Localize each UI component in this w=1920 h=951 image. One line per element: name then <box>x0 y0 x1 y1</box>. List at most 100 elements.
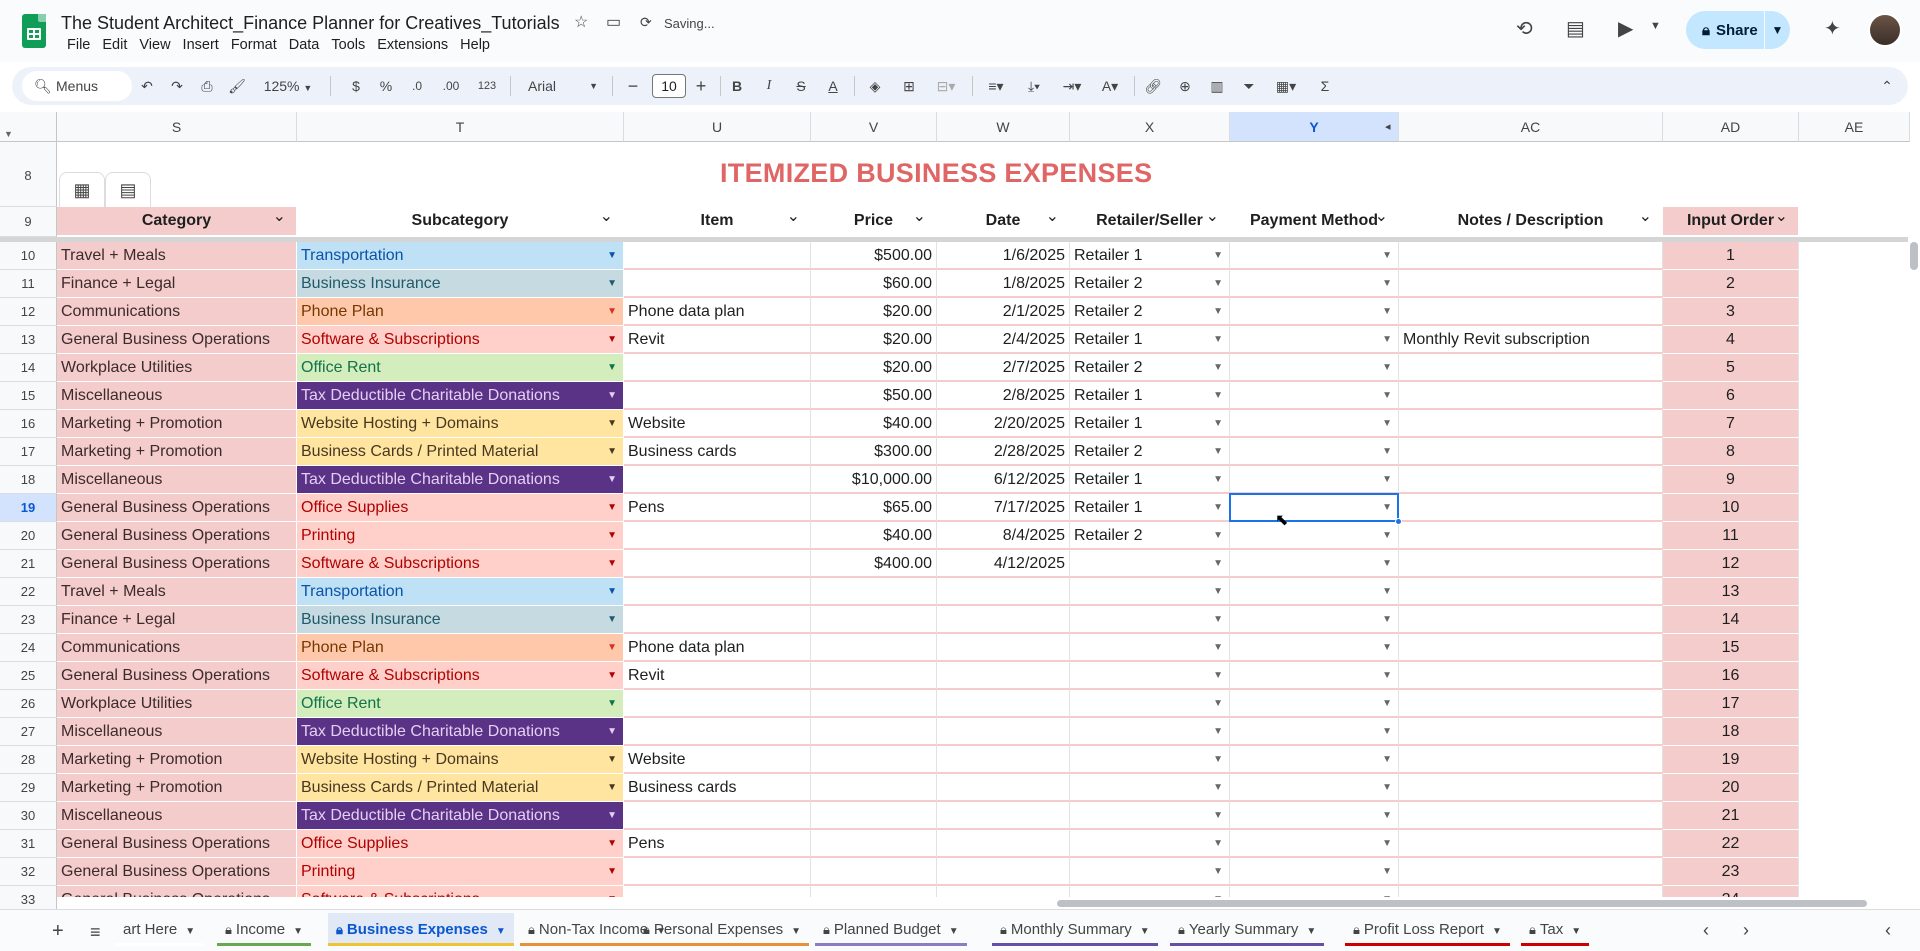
chevron-down-icon[interactable]: ▼ <box>293 926 303 937</box>
share-dropdown-icon[interactable]: ▼ <box>1765 23 1790 37</box>
dropdown-arrow-icon[interactable]: ▼ <box>1213 858 1223 884</box>
retailer-dropdown[interactable]: ▼ <box>1070 606 1230 634</box>
date-cell[interactable]: 2/20/2025 <box>937 410 1070 438</box>
dropdown-arrow-icon[interactable]: ▼ <box>1213 466 1223 492</box>
subcategory-dropdown[interactable]: Business Cards / Printed Material ▼ <box>297 774 624 802</box>
price-cell[interactable] <box>811 858 937 886</box>
chevron-down-icon[interactable]: ⌄ <box>1375 203 1388 231</box>
retailer-dropdown[interactable]: Retailer 1 ▼ <box>1070 494 1230 522</box>
notes-cell[interactable] <box>1399 662 1663 690</box>
dropdown-arrow-icon[interactable]: ▼ <box>1382 662 1392 688</box>
retailer-dropdown[interactable]: Retailer 2 ▼ <box>1070 298 1230 326</box>
dropdown-arrow-icon[interactable]: ▼ <box>1382 242 1392 268</box>
functions-icon[interactable]: Σ <box>1312 67 1338 105</box>
payment-method-dropdown[interactable]: ▼ <box>1230 298 1399 326</box>
empty-cell[interactable] <box>1799 382 1910 410</box>
subcategory-dropdown[interactable]: Transportation ▼ <box>297 578 624 606</box>
item-cell[interactable] <box>624 718 811 746</box>
sheet-tab-art-here[interactable]: art Here ▼ <box>115 913 204 946</box>
notes-cell[interactable] <box>1399 354 1663 382</box>
dropdown-arrow-icon[interactable]: ▼ <box>1213 690 1223 716</box>
notes-cell[interactable] <box>1399 410 1663 438</box>
payment-method-dropdown[interactable]: ▼ <box>1230 270 1399 298</box>
date-cell[interactable]: 2/1/2025 <box>937 298 1070 326</box>
notes-cell[interactable] <box>1399 270 1663 298</box>
meet-dropdown-icon[interactable]: ▼ <box>1650 20 1661 32</box>
column-header-s[interactable]: S <box>57 112 297 142</box>
increase-decimal-button[interactable]: .00 <box>436 67 466 105</box>
dropdown-arrow-icon[interactable]: ▼ <box>1213 662 1223 688</box>
retailer-dropdown[interactable]: ▼ <box>1070 718 1230 746</box>
dropdown-arrow-icon[interactable]: ▼ <box>1213 634 1223 660</box>
chevron-down-icon[interactable]: ▼ <box>496 926 506 937</box>
text-color-icon[interactable]: A <box>820 67 846 105</box>
row-header[interactable]: 18 <box>0 466 57 494</box>
empty-cell[interactable] <box>1799 410 1910 438</box>
collapse-sidebar-icon[interactable]: ‹ <box>1885 920 1891 941</box>
row-header[interactable]: 31 <box>0 830 57 858</box>
chevron-down-icon[interactable]: ▼ <box>1492 926 1502 937</box>
retailer-dropdown[interactable]: Retailer 2 ▼ <box>1070 270 1230 298</box>
row-header[interactable]: 13 <box>0 326 57 354</box>
date-cell[interactable] <box>937 606 1070 634</box>
notes-cell[interactable] <box>1399 550 1663 578</box>
meet-video-icon[interactable]: ▶ <box>1618 16 1633 41</box>
dropdown-arrow-icon[interactable]: ▼ <box>607 550 617 577</box>
empty-cell[interactable] <box>1799 578 1910 606</box>
date-cell[interactable] <box>937 830 1070 858</box>
notes-cell[interactable] <box>1399 522 1663 550</box>
subcategory-dropdown[interactable]: Website Hosting + Domains ▼ <box>297 410 624 438</box>
row-header[interactable]: 27 <box>0 718 57 746</box>
notes-cell[interactable]: Monthly Revit subscription <box>1399 326 1663 354</box>
collapse-menus-icon[interactable]: ⌃ <box>1874 67 1900 105</box>
move-folder-icon[interactable]: ▭ <box>606 12 621 32</box>
avatar[interactable] <box>1868 13 1902 47</box>
row-header[interactable]: 11 <box>0 270 57 298</box>
retailer-dropdown[interactable]: Retailer 1 ▼ <box>1070 410 1230 438</box>
column-header-x[interactable]: X <box>1070 112 1230 142</box>
subcategory-dropdown[interactable]: Printing ▼ <box>297 522 624 550</box>
row-header[interactable]: 12 <box>0 298 57 326</box>
price-cell[interactable] <box>811 578 937 606</box>
chevron-down-icon[interactable]: ▼ <box>185 926 195 937</box>
text-wrapping-icon[interactable]: ⇥▾ <box>1054 67 1090 105</box>
payment-method-dropdown[interactable]: ▼ <box>1230 550 1399 578</box>
menu-format[interactable]: Format <box>225 37 283 53</box>
date-cell[interactable] <box>937 634 1070 662</box>
dropdown-arrow-icon[interactable]: ▼ <box>1213 830 1223 856</box>
vertical-align-icon[interactable]: ⤓▾ <box>1016 67 1052 105</box>
sheet-grid[interactable]: ▦ ▤ ITEMIZED BUSINESS EXPENSES Category ⌄… <box>57 142 1910 897</box>
menu-file[interactable]: File <box>61 37 96 53</box>
dropdown-arrow-icon[interactable]: ▼ <box>607 886 617 897</box>
retailer-dropdown[interactable]: Retailer 1 ▼ <box>1070 326 1230 354</box>
chevron-down-icon[interactable]: ▼ <box>791 926 801 937</box>
dropdown-arrow-icon[interactable]: ▼ <box>1213 886 1223 897</box>
retailer-dropdown[interactable]: ▼ <box>1070 634 1230 662</box>
menu-insert[interactable]: Insert <box>177 37 225 53</box>
item-cell[interactable] <box>624 606 811 634</box>
date-cell[interactable] <box>937 886 1070 897</box>
price-cell[interactable]: $20.00 <box>811 354 937 382</box>
insert-chart-icon[interactable]: ▥ <box>1204 67 1230 105</box>
row-header[interactable]: 30 <box>0 802 57 830</box>
date-cell[interactable]: 2/8/2025 <box>937 382 1070 410</box>
item-cell[interactable]: Website <box>624 410 811 438</box>
menu-help[interactable]: Help <box>454 37 496 53</box>
price-cell[interactable]: $10,000.00 <box>811 466 937 494</box>
price-cell[interactable] <box>811 886 937 897</box>
price-cell[interactable]: $60.00 <box>811 270 937 298</box>
dropdown-arrow-icon[interactable]: ▼ <box>1382 382 1392 408</box>
insert-link-icon[interactable]: 🔗︎ <box>1140 67 1166 105</box>
row-header[interactable]: 28 <box>0 746 57 774</box>
price-cell[interactable]: $300.00 <box>811 438 937 466</box>
payment-method-dropdown[interactable]: ▼ <box>1230 690 1399 718</box>
date-cell[interactable]: 2/7/2025 <box>937 354 1070 382</box>
dropdown-arrow-icon[interactable]: ▼ <box>1213 550 1223 576</box>
chevron-down-icon[interactable]: ⌄ <box>273 203 286 231</box>
payment-method-dropdown[interactable]: ▼ <box>1230 494 1399 522</box>
subcategory-dropdown[interactable]: Software & Subscriptions ▼ <box>297 326 624 354</box>
sheet-tab-profit-loss-report[interactable]: 🔒︎ Profit Loss Report ▼ <box>1345 913 1510 946</box>
notes-cell[interactable] <box>1399 718 1663 746</box>
dropdown-arrow-icon[interactable]: ▼ <box>607 382 617 409</box>
item-cell[interactable] <box>624 690 811 718</box>
